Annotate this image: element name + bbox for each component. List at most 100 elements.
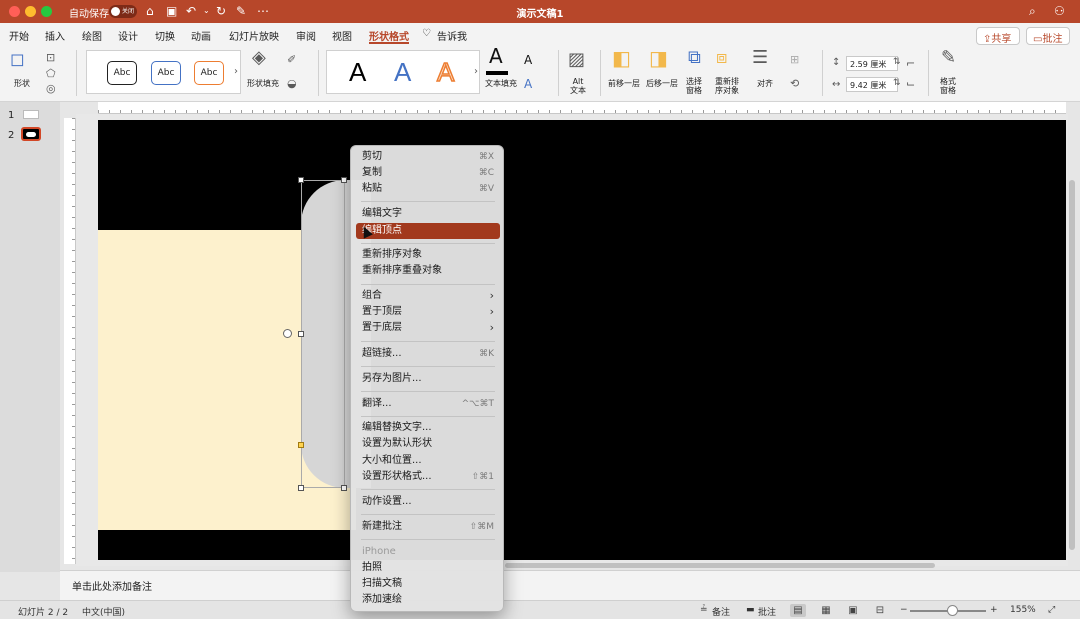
selection-pane-icon[interactable]: ⧉ xyxy=(688,49,701,67)
comment-icon[interactable]: ▬ xyxy=(746,605,755,615)
notes-placeholder[interactable]: 单击此处添加备注 xyxy=(72,578,152,593)
menu-item-reorder-objects[interactable]: 重新排序对象 xyxy=(356,247,500,263)
wordart-style-2[interactable]: A xyxy=(394,57,411,88)
resize-handle-bottom-left[interactable] xyxy=(298,485,304,491)
zoom-level[interactable]: 155% xyxy=(1010,605,1036,615)
gallery-more-icon[interactable]: › xyxy=(234,64,238,80)
slide-sorter-button[interactable]: ▦ xyxy=(818,604,834,617)
tell-me-search[interactable]: 告诉我 xyxy=(437,28,467,43)
format-pane-label[interactable]: 格式 窗格 xyxy=(940,77,956,95)
menu-item-bring-to-front[interactable]: 置于顶层 › xyxy=(356,304,500,320)
zoom-slider-knob[interactable] xyxy=(947,605,958,616)
shape-outline-icon[interactable]: ✐ xyxy=(287,52,296,68)
tab-shape-format[interactable]: 形状格式 xyxy=(369,28,409,43)
account-icon[interactable]: ⚇ xyxy=(1054,4,1065,18)
width-stepper-icon[interactable]: ⇅ xyxy=(893,75,901,91)
paint-bucket-icon[interactable]: ◈ xyxy=(252,49,266,67)
text-fill-label[interactable]: 文本填充 xyxy=(485,79,517,88)
tab-animations[interactable]: 动画 xyxy=(191,28,211,43)
menu-item-hyperlink[interactable]: 超链接... ⌘K xyxy=(356,346,500,362)
search-icon[interactable]: ⌕ xyxy=(1029,4,1036,18)
menu-item-size-position[interactable]: 大小和位置... xyxy=(356,453,500,469)
wordart-style-1[interactable]: A xyxy=(349,57,366,88)
tab-slideshow[interactable]: 幻灯片放映 xyxy=(229,28,279,43)
bring-forward-label[interactable]: 前移一层 xyxy=(608,79,640,88)
tab-draw[interactable]: 绘图 xyxy=(82,28,102,43)
shape-style-2[interactable]: Abc xyxy=(151,61,181,85)
language-status[interactable]: 中文(中国) xyxy=(82,605,125,618)
menu-item-edit-points[interactable]: 编辑顶点 xyxy=(356,223,500,239)
send-backward-label[interactable]: 后移一层 xyxy=(646,79,678,88)
text-fill-icon[interactable]: A xyxy=(489,46,503,66)
rotate-icon[interactable]: ⟲ xyxy=(790,76,799,92)
slideshow-button[interactable]: ⊟ xyxy=(872,604,888,617)
alt-text-label[interactable]: Alt 文本 xyxy=(568,77,588,95)
zoom-in-button[interactable]: + xyxy=(990,605,998,615)
comments-button[interactable]: ▭批注 xyxy=(1026,27,1070,45)
menu-item-new-comment[interactable]: 新建批注 ⇧⌘M xyxy=(356,519,500,535)
menu-item-translate[interactable]: 翻译... ^⌥⌘T xyxy=(356,396,500,412)
shape-insert-icon[interactable]: ◻ xyxy=(10,51,25,69)
textbox-icon[interactable]: ⊡ xyxy=(46,50,55,66)
menu-item-format-shape[interactable]: 设置形状格式... ⇧⌘1 xyxy=(356,469,500,485)
tab-transitions[interactable]: 切换 xyxy=(155,28,175,43)
comments-toggle[interactable]: 批注 xyxy=(758,605,776,618)
rotate-handle[interactable] xyxy=(283,329,292,338)
slide-thumbnail-1[interactable] xyxy=(23,110,39,119)
lock-aspect-icon[interactable]: ⌐ xyxy=(906,56,915,72)
send-backward-icon[interactable]: ◨ xyxy=(649,48,668,68)
menu-item-scan-documents[interactable]: 扫描文稿 xyxy=(356,576,500,592)
reading-view-button[interactable]: ▣ xyxy=(845,604,861,617)
share-button[interactable]: ⇪共享 xyxy=(976,27,1020,45)
menu-item-action-settings[interactable]: 动作设置... xyxy=(356,494,500,510)
menu-item-set-default-shape[interactable]: 设置为默认形状 xyxy=(356,436,500,452)
align-label[interactable]: 对齐 xyxy=(757,79,773,88)
reorder-objects-label[interactable]: 重新排 序对象 xyxy=(715,77,739,95)
selection-pane-label[interactable]: 选择 窗格 xyxy=(686,77,702,95)
menu-item-add-sketch[interactable]: 添加速绘 xyxy=(356,592,500,608)
notes-toggle[interactable]: 备注 xyxy=(712,605,730,618)
fit-slide-icon[interactable]: ⤢ xyxy=(1048,605,1055,615)
menu-item-cut[interactable]: 剪切 ⌘X xyxy=(356,149,500,165)
resize-handle-top-left[interactable] xyxy=(298,177,304,183)
resize-handle-left[interactable] xyxy=(298,331,304,337)
shape-effects-icon[interactable]: ◒ xyxy=(287,76,297,92)
format-pane-icon[interactable]: ✎ xyxy=(941,49,956,67)
merge-shapes-icon[interactable]: ◎ xyxy=(46,81,56,97)
menu-item-edit-text[interactable]: 编辑文字 xyxy=(356,206,500,222)
menu-item-reorder-overlapping[interactable]: 重新排序重叠对象 xyxy=(356,263,500,279)
edit-shape-icon[interactable]: ⬠ xyxy=(46,66,56,82)
crop-icon[interactable]: ⌙ xyxy=(906,76,915,92)
resize-handle-bottom-right[interactable] xyxy=(341,485,347,491)
shape-style-3[interactable]: Abc xyxy=(194,61,224,85)
menu-item-save-as-picture[interactable]: 另存为图片... xyxy=(356,371,500,387)
tab-design[interactable]: 设计 xyxy=(118,28,138,43)
shape-style-1[interactable]: Abc xyxy=(107,61,137,85)
menu-item-paste[interactable]: 粘贴 ⌘V xyxy=(356,181,500,197)
shape-fill-label[interactable]: 形状填充 xyxy=(247,79,279,88)
resize-handle-top-right[interactable] xyxy=(341,177,347,183)
alt-text-icon[interactable]: ▨ xyxy=(568,51,585,69)
shape-width-field[interactable]: 9.42 厘米 xyxy=(846,77,898,92)
align-icon[interactable]: ☰ xyxy=(752,49,768,67)
normal-view-button[interactable]: ▤ xyxy=(790,604,806,617)
group-icon[interactable]: ⊞ xyxy=(790,52,799,68)
tab-insert[interactable]: 插入 xyxy=(45,28,65,43)
slide-thumbnail-2[interactable] xyxy=(21,127,41,141)
height-stepper-icon[interactable]: ⇅ xyxy=(893,54,901,70)
bring-forward-icon[interactable]: ◧ xyxy=(612,48,631,68)
vertical-scrollbar[interactable] xyxy=(1069,180,1075,550)
notes-icon[interactable]: ≟ xyxy=(700,605,708,615)
menu-item-take-photo[interactable]: 拍照 xyxy=(356,560,500,576)
gallery-more-icon[interactable]: › xyxy=(474,64,478,80)
text-outline-icon[interactable]: A xyxy=(524,52,532,68)
tab-review[interactable]: 审阅 xyxy=(296,28,316,43)
menu-item-edit-alt-text[interactable]: 编辑替换文字... xyxy=(356,420,500,436)
tab-home[interactable]: 开始 xyxy=(9,28,29,43)
shape-height-field[interactable]: 2.59 厘米 xyxy=(846,56,898,71)
reorder-objects-icon[interactable]: ⧈ xyxy=(716,49,727,67)
horizontal-scrollbar[interactable] xyxy=(505,563,935,568)
menu-item-group[interactable]: 组合 › xyxy=(356,288,500,304)
notes-pane[interactable]: 单击此处添加备注 xyxy=(60,570,1080,600)
wordart-style-3[interactable]: A xyxy=(436,56,455,88)
